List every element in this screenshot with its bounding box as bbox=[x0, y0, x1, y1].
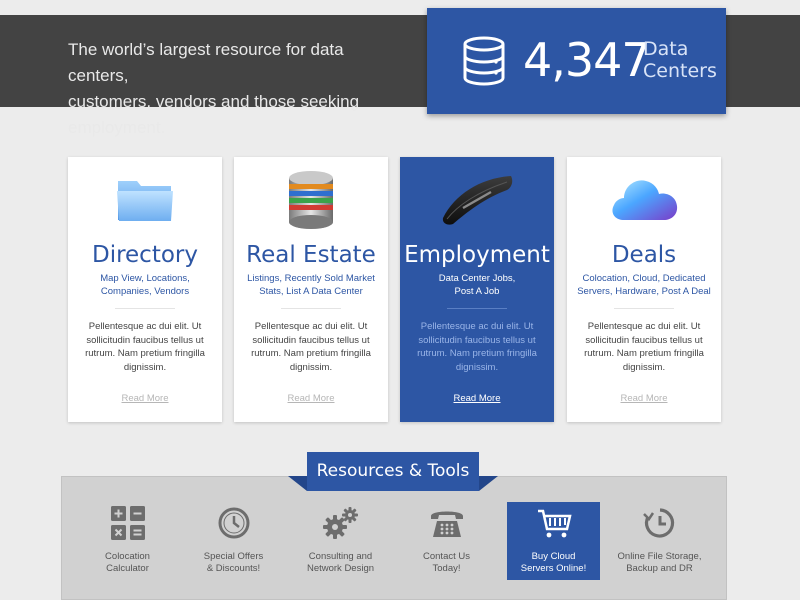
tool-label-line2: Network Design bbox=[306, 562, 375, 574]
shopping-cart-icon bbox=[537, 509, 572, 538]
tool-label: Colocation Calculator bbox=[83, 551, 172, 574]
hero-tagline-line1: The world’s largest resource for data ce… bbox=[68, 40, 344, 85]
card-description: Pellentesque ac dui elit. Ut sollicitudi… bbox=[85, 321, 205, 373]
resources-tools-banner: Resources & Tools bbox=[307, 452, 479, 491]
tool-label-line1: Contact Us bbox=[423, 551, 470, 562]
tool-label-line2: & Discounts! bbox=[206, 562, 261, 574]
data-center-count-box: 4,347 Data Centers bbox=[427, 8, 726, 114]
folder-icon bbox=[117, 181, 173, 221]
read-more-link[interactable]: Read More bbox=[400, 393, 554, 404]
card-directory[interactable]: Directory Map View, Locations, Companies… bbox=[68, 157, 222, 422]
tool-label: Special Offers & Discounts! bbox=[189, 551, 278, 574]
card-subtitle: Listings, Recently Sold Market Stats, Li… bbox=[244, 273, 378, 298]
card-title: Real Estate bbox=[246, 242, 376, 268]
data-center-count-label: Data Centers bbox=[643, 38, 723, 82]
card-divider bbox=[447, 308, 507, 309]
card-subtitle: Data Center Jobs, Post A Job bbox=[410, 273, 544, 298]
read-more-link[interactable]: Read More bbox=[234, 393, 388, 404]
banner-fold-left bbox=[288, 476, 307, 491]
card-description: Pellentesque ac dui elit. Ut sollicitudi… bbox=[251, 321, 371, 373]
mouse-icon bbox=[442, 176, 513, 225]
tool-file-storage[interactable]: Online File Storage, Backup and DR bbox=[613, 502, 706, 580]
card-real-estate[interactable]: Real Estate Listings, Recently Sold Mark… bbox=[234, 157, 388, 422]
card-divider bbox=[115, 308, 175, 309]
tool-colocation-calculator[interactable]: Colocation Calculator bbox=[81, 502, 174, 580]
tool-label-line2: Backup and DR bbox=[626, 562, 693, 574]
card-description: Pellentesque ac dui elit. Ut sollicitudi… bbox=[584, 321, 704, 373]
card-title: Deals bbox=[611, 242, 677, 268]
card-title: Employment bbox=[404, 242, 550, 268]
tool-label-line1: Colocation bbox=[105, 551, 150, 562]
tool-label: Online File Storage, Backup and DR bbox=[615, 551, 704, 574]
hero-tagline-line2: customers, vendors and those seeking emp… bbox=[68, 92, 360, 137]
gears-icon bbox=[322, 507, 358, 539]
tool-label: Consulting and Network Design bbox=[296, 551, 385, 574]
card-subtitle-line1: Map View, Locations, bbox=[100, 273, 190, 284]
calculator-icon bbox=[110, 506, 145, 540]
tool-contact-us[interactable]: Contact Us Today! bbox=[400, 502, 493, 580]
tool-label: Contact Us Today! bbox=[402, 551, 491, 574]
tool-consulting[interactable]: Consulting and Network Design bbox=[294, 502, 387, 580]
tool-label-line1: Online File Storage, bbox=[617, 551, 702, 562]
card-employment[interactable]: Employment Data Center Jobs, Post A Job … bbox=[400, 157, 554, 422]
card-subtitle-line2: Stats, List A Data Center bbox=[259, 285, 363, 297]
tool-label-line2: Servers Online! bbox=[520, 562, 587, 574]
card-subtitle-line2: Post A Job bbox=[454, 285, 500, 297]
tool-label-line1: Consulting and bbox=[308, 551, 373, 562]
hero-tagline: The world’s largest resource for data ce… bbox=[68, 37, 408, 141]
card-description: Pellentesque ac dui elit. Ut sollicitudi… bbox=[417, 321, 537, 373]
read-more-link[interactable]: Read More bbox=[567, 393, 721, 404]
card-divider bbox=[614, 308, 674, 309]
telephone-icon bbox=[430, 511, 463, 537]
card-subtitle-line1: Data Center Jobs, bbox=[438, 273, 516, 284]
tool-label-line2: Today! bbox=[432, 562, 461, 574]
tool-special-offers[interactable]: Special Offers & Discounts! bbox=[187, 502, 280, 580]
read-more-link[interactable]: Read More bbox=[68, 393, 222, 404]
card-subtitle-line1: Colocation, Cloud, Dedicated bbox=[582, 273, 706, 284]
card-subtitle-line2: Companies, Vendors bbox=[100, 285, 190, 297]
backup-icon bbox=[642, 508, 674, 538]
database-icon bbox=[463, 36, 505, 86]
tool-buy-cloud-servers[interactable]: Buy Cloud Servers Online! bbox=[507, 502, 600, 580]
stat-label-line2: Centers bbox=[643, 60, 717, 82]
card-subtitle-line1: Listings, Recently Sold Market bbox=[247, 273, 375, 284]
card-divider bbox=[281, 308, 341, 309]
tool-label: Buy Cloud Servers Online! bbox=[509, 551, 598, 574]
data-center-count: 4,347 bbox=[523, 33, 651, 87]
card-title: Directory bbox=[91, 242, 198, 268]
stat-label-line1: Data bbox=[643, 38, 689, 60]
card-subtitle: Colocation, Cloud, Dedicated Servers, Ha… bbox=[577, 273, 711, 298]
tool-label-line1: Special Offers bbox=[203, 551, 264, 562]
tool-label-line2: Calculator bbox=[106, 562, 149, 574]
card-subtitle: Map View, Locations, Companies, Vendors bbox=[78, 273, 212, 298]
card-deals[interactable]: Deals Colocation, Cloud, Dedicated Serve… bbox=[567, 157, 721, 422]
clock-icon bbox=[218, 507, 249, 539]
card-subtitle-line2: Servers, Hardware, Post A Deal bbox=[577, 285, 711, 297]
tool-label-line1: Buy Cloud bbox=[531, 551, 576, 562]
cloud-icon bbox=[612, 180, 678, 220]
server-stack-icon bbox=[289, 171, 333, 229]
banner-fold-right bbox=[479, 476, 498, 491]
